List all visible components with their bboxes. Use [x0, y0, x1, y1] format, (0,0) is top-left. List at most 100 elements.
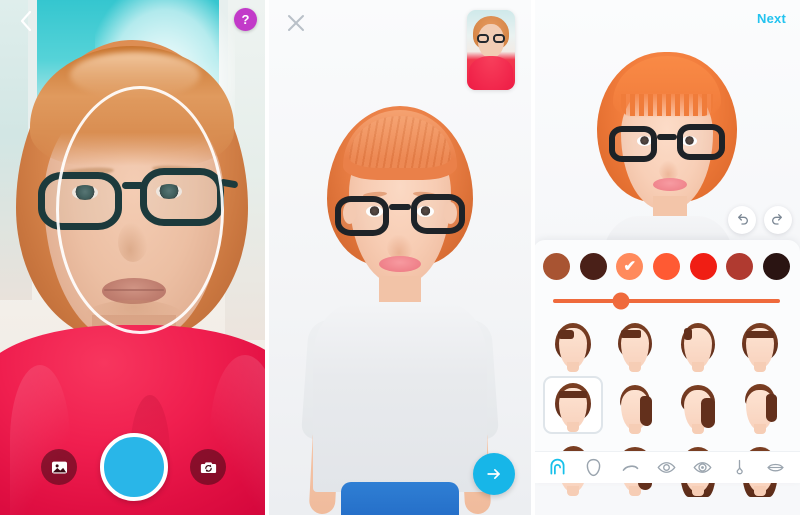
- tab-face[interactable]: [581, 456, 607, 480]
- hairstyle-option-bob-short-bangs[interactable]: [543, 376, 604, 434]
- hairstyle-option-ponytail-slick[interactable]: [730, 376, 790, 434]
- avatar-pants: [341, 482, 459, 515]
- avatar-preview-panel: [267, 0, 533, 515]
- editor-option-tray: ✔: [533, 240, 800, 497]
- hairstyle-option-ponytail-high[interactable]: [605, 376, 665, 434]
- color-swatch-dark-brown[interactable]: [579, 252, 607, 280]
- avatar-lens-right: [411, 194, 465, 234]
- hairstyle-option-bob-blunt-bangs[interactable]: [730, 314, 790, 372]
- mouth-icon: [767, 463, 785, 472]
- editor-lens-left: [608, 126, 657, 162]
- tab-eyes[interactable]: [653, 456, 679, 480]
- history-controls: [728, 206, 792, 234]
- thumb-bangs: [765, 394, 777, 422]
- question-mark-icon: ?: [241, 12, 250, 27]
- hairstyle-option-ponytail-bangs[interactable]: [668, 376, 728, 434]
- thumb-neck: [753, 362, 766, 372]
- camera-capture-panel: ?: [0, 0, 267, 515]
- color-swatch-orange-red[interactable]: [652, 252, 680, 280]
- tab-hair[interactable]: [544, 456, 570, 480]
- avatar-lens-left: [335, 196, 389, 236]
- camera-top-bar: ?: [0, 0, 267, 44]
- thumb-neck: [691, 486, 704, 496]
- editor-feature-tabs: [533, 451, 800, 483]
- source-photo-thumbnail[interactable]: [467, 10, 515, 90]
- close-x-icon: [288, 15, 304, 31]
- color-swatch-brown[interactable]: [543, 252, 570, 280]
- avatar-editor-panel: Next ✔: [533, 0, 800, 515]
- thumb-neck: [629, 424, 642, 434]
- color-swatch-near-black[interactable]: [762, 252, 790, 280]
- thumbnail-glasses: [477, 34, 505, 44]
- hairstyle-thumbnail-art: [737, 318, 783, 372]
- camera-flip-button[interactable]: [190, 449, 226, 485]
- editor-glasses-bridge: [656, 134, 677, 140]
- hair-color-swatches: ✔: [533, 249, 800, 283]
- thumb-bangs: [640, 396, 653, 426]
- check-icon: ✔: [623, 257, 637, 275]
- hairstyle-thumbnail-art: [612, 318, 658, 372]
- eye-icon: [657, 462, 676, 473]
- panel-divider: [265, 0, 269, 515]
- hairstyle-thumbnail-art: [550, 318, 596, 372]
- image-icon: [51, 461, 67, 473]
- editor-bang-strands: [620, 94, 713, 116]
- thumb-neck: [567, 422, 580, 432]
- color-swatch-dark-red[interactable]: [726, 252, 754, 280]
- avatar-shirt: [313, 302, 487, 492]
- thumb-bangs: [700, 398, 715, 428]
- back-button[interactable]: [12, 8, 38, 34]
- hairstyle-thumbnail-art: [675, 380, 721, 434]
- thumb-bangs: [683, 328, 692, 340]
- continue-button[interactable]: [473, 453, 515, 495]
- tab-mouth[interactable]: [763, 456, 789, 480]
- color-swatch-light-orange[interactable]: ✔: [616, 252, 644, 280]
- tab-iris[interactable]: [690, 456, 716, 480]
- thumbnail-shirt: [469, 56, 513, 90]
- redo-button[interactable]: [764, 206, 792, 234]
- shutter-button[interactable]: [99, 433, 168, 501]
- hairstyle-option-bob-sleek[interactable]: [668, 314, 728, 372]
- face-shape-icon: [586, 458, 601, 477]
- hairstyle-option-bob-bangs-side[interactable]: [605, 314, 665, 372]
- thumb-bangs: [558, 330, 575, 339]
- slider-track[interactable]: [553, 292, 780, 310]
- thumbnail-lens-right: [493, 34, 505, 43]
- tab-eyebrow[interactable]: [617, 456, 643, 480]
- iris-icon: [693, 462, 712, 473]
- editor-lens-right: [676, 124, 725, 160]
- tab-nose[interactable]: [726, 456, 752, 480]
- avatar-app-screenshot: ? Next ✔: [0, 0, 800, 515]
- avatar-preview-figure: [300, 106, 500, 515]
- thumb-bangs: [559, 391, 588, 398]
- next-button[interactable]: Next: [757, 11, 786, 26]
- avatar-glasses-bridge: [389, 204, 411, 210]
- hairstyle-thumbnail-art: [612, 380, 658, 434]
- avatar-editor-figure: [587, 52, 747, 296]
- close-button[interactable]: [284, 11, 308, 35]
- hairstyle-thumbnail-art: [737, 380, 783, 434]
- nose-icon: [736, 459, 743, 475]
- help-button[interactable]: ?: [234, 8, 257, 31]
- avatar-lips: [379, 256, 421, 272]
- thumbnail-lens-left: [477, 34, 489, 43]
- camera-flip-icon: [200, 461, 216, 473]
- thumb-neck: [753, 424, 766, 434]
- hairstyle-thumbnail-art: [675, 318, 721, 372]
- color-swatch-red[interactable]: [689, 252, 717, 280]
- editor-nose: [658, 160, 679, 180]
- thumb-neck: [691, 424, 704, 434]
- undo-button[interactable]: [728, 206, 756, 234]
- thumb-neck: [691, 362, 704, 372]
- thumb-neck: [629, 362, 642, 372]
- gallery-button[interactable]: [41, 449, 77, 485]
- thumb-bangs: [745, 331, 774, 338]
- face-alignment-oval: [56, 86, 224, 334]
- thumb-neck: [567, 486, 580, 496]
- slider-thumb[interactable]: [612, 292, 630, 310]
- arrow-right-icon: [487, 469, 500, 479]
- redo-arrow-icon: [772, 214, 782, 225]
- hairstyle-option-bob-long-side[interactable]: [543, 314, 603, 372]
- hair-shade-slider[interactable]: [533, 288, 800, 314]
- hairstyle-thumbnail-art: [550, 378, 596, 432]
